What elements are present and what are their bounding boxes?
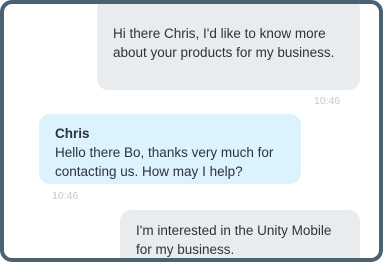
sender-name: Chris	[55, 126, 90, 141]
incoming-message-bubble: Chris Hello there Bo, thanks very much f…	[39, 114, 301, 184]
message-thread[interactable]: Hi there Chris, I'd like to know more ab…	[4, 4, 379, 258]
message-timestamp: 10:46	[314, 95, 341, 107]
outgoing-message-bubble: I'm interested in the Unity Mobile for m…	[120, 210, 360, 258]
message-text: I'm interested in the Unity Mobile for m…	[136, 223, 332, 257]
message-text: Hi there Chris, I'd like to know more ab…	[113, 26, 335, 60]
outgoing-message-bubble: Hi there Chris, I'd like to know more ab…	[97, 4, 360, 90]
message-text: Hello there Bo, thanks very much for con…	[55, 145, 274, 179]
message-timestamp: 10:46	[52, 190, 79, 202]
chat-window: Hi there Chris, I'd like to know more ab…	[0, 0, 383, 262]
